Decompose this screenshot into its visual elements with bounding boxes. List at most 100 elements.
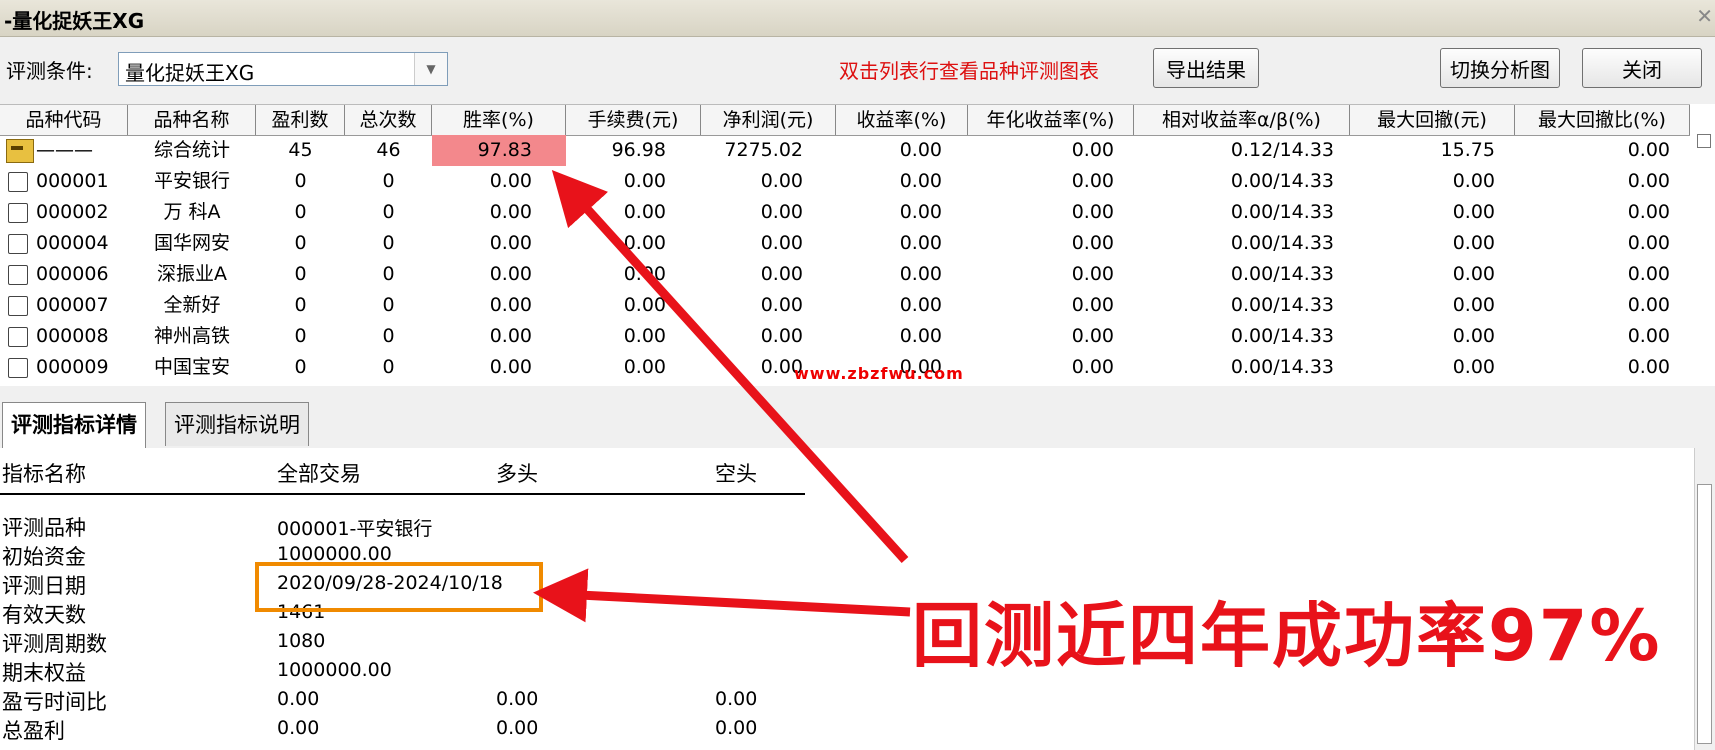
- detail-value-all: 0.00: [277, 688, 320, 710]
- cell-total: 0: [382, 170, 395, 192]
- detail-header-all: 全部交易: [277, 462, 361, 486]
- table-row[interactable]: 000004 国华网安 0 0 0.00 0.00 0.00 0.00 0.00 0.00/14.…: [0, 228, 1690, 259]
- column-header[interactable]: 胜率(%): [432, 105, 566, 135]
- cell-profit: 0: [294, 294, 307, 316]
- cell-dd: 15.75: [1440, 139, 1495, 161]
- column-header[interactable]: 净利润(元): [701, 105, 836, 135]
- date-highlight-box: [255, 562, 543, 612]
- cell-fee: 96.98: [611, 139, 666, 161]
- title-bar: -量化捉妖王XG ✕: [0, 0, 1715, 37]
- close-icon[interactable]: ✕: [1696, 4, 1713, 28]
- scrollbar-thumb[interactable]: [1697, 484, 1712, 744]
- column-header[interactable]: 品种名称: [128, 105, 256, 135]
- cell-ddr: 0.00: [1627, 201, 1670, 223]
- cell-ab: 0.00/14.33: [1230, 294, 1334, 316]
- cell-net: 0.00: [760, 201, 803, 223]
- chevron-down-icon[interactable]: ▼: [414, 53, 447, 85]
- cell-win: 0.00: [489, 263, 532, 285]
- table-row[interactable]: 000006 深振业A 0 0 0.00 0.00 0.00 0.00 0.00 0.00/14.…: [0, 259, 1690, 290]
- column-header[interactable]: 最大回撤(元): [1350, 105, 1515, 135]
- cell-annual: 0.00: [1071, 201, 1114, 223]
- column-header[interactable]: 品种代码: [0, 105, 128, 135]
- cell-annual: 0.00: [1071, 325, 1114, 347]
- cell-profit: 0: [294, 263, 307, 285]
- detail-header-short: 空头: [715, 462, 757, 486]
- cell-profit: 45: [288, 139, 313, 161]
- detail-value-long: 0.00: [496, 688, 539, 710]
- tab-detail[interactable]: 评测指标详情: [2, 402, 146, 448]
- cell-code: 000008: [36, 325, 109, 347]
- cell-annual: 0.00: [1071, 263, 1114, 285]
- cell-ret: 0.00: [899, 170, 942, 192]
- tab-description[interactable]: 评测指标说明: [165, 402, 309, 446]
- cell-profit: 0: [294, 325, 307, 347]
- cell-name: 国华网安: [153, 232, 230, 254]
- cell-ab: 0.12/14.33: [1230, 139, 1334, 161]
- cell-ret: 0.00: [899, 232, 942, 254]
- cell-dd: 0.00: [1452, 263, 1495, 285]
- cell-total: 0: [382, 201, 395, 223]
- column-header[interactable]: 手续费(元): [566, 105, 701, 135]
- table-header: 品种代码 品种名称 盈利数 总次数 胜率(%) 手续费(元) 净利润(元) 收益率(%) 年化收…: [0, 104, 1690, 136]
- cell-ret: 0.00: [899, 201, 942, 223]
- detail-value-all: 1080: [277, 630, 326, 652]
- summary-row[interactable]: ——— 综合统计 45 46 97.83 96.98 7275.02 0.00 0.00 0.12…: [0, 135, 1690, 166]
- cell-total: 0: [382, 263, 395, 285]
- detail-label: 盈亏时间比: [2, 690, 107, 714]
- cell-fee: 0.00: [623, 232, 666, 254]
- detail-label: 初始资金: [2, 545, 86, 569]
- table-row[interactable]: 000008 神州高铁 0 0 0.00 0.00 0.00 0.00 0.00 0.00/14.…: [0, 321, 1690, 352]
- vertical-scrollbar[interactable]: [1694, 448, 1715, 750]
- cell-ab: 0.00/14.33: [1230, 356, 1334, 378]
- watermark-text: www.zbzfwu.com: [794, 364, 964, 383]
- detail-header-long: 多头: [496, 462, 538, 486]
- cell-code: 000007: [36, 294, 109, 316]
- cell-win: 0.00: [489, 294, 532, 316]
- cell-total: 0: [382, 325, 395, 347]
- scroll-corner[interactable]: [1697, 134, 1711, 148]
- tab-bar: 评测指标详情 评测指标说明: [0, 402, 1715, 449]
- cell-win: 0.00: [489, 201, 532, 223]
- detail-divider: [0, 493, 805, 495]
- cell-dd: 0.00: [1452, 170, 1495, 192]
- condition-select-value: 量化捉妖王XG: [125, 61, 255, 85]
- cell-ddr: 0.00: [1627, 356, 1670, 378]
- cell-win: 0.00: [489, 232, 532, 254]
- cell-code: 000006: [36, 263, 109, 285]
- results-table: 品种代码 品种名称 盈利数 总次数 胜率(%) 手续费(元) 净利润(元) 收益率(%) 年化收…: [0, 104, 1715, 386]
- cell-profit: 0: [294, 356, 307, 378]
- table-row[interactable]: 000002 万 科A 0 0 0.00 0.00 0.00 0.00 0.00 0.00/14.…: [0, 197, 1690, 228]
- condition-select[interactable]: 量化捉妖王XG ▼: [118, 52, 448, 86]
- cell-annual: 0.00: [1071, 139, 1114, 161]
- export-button[interactable]: 导出结果: [1153, 48, 1259, 88]
- column-header[interactable]: 年化收益率(%): [968, 105, 1134, 135]
- column-header[interactable]: 盈利数: [256, 105, 345, 135]
- close-button[interactable]: 关闭: [1582, 48, 1702, 88]
- table-row[interactable]: 000001 平安银行 0 0 0.00 0.00 0.00 0.00 0.00 0.00/14.…: [0, 166, 1690, 197]
- detail-label: 总盈利: [2, 719, 65, 743]
- table-row[interactable]: 000007 全新好 0 0 0.00 0.00 0.00 0.00 0.00 0.00/14.3…: [0, 290, 1690, 321]
- cell-total: 0: [382, 356, 395, 378]
- cell-total: 0: [382, 294, 395, 316]
- cell-name: 全新好: [163, 294, 221, 316]
- cell-profit: 0: [294, 201, 307, 223]
- cell-fee: 0.00: [623, 294, 666, 316]
- cell-fee: 0.00: [623, 170, 666, 192]
- cell-name: 综合统计: [153, 139, 230, 161]
- folder-icon: [8, 234, 28, 254]
- cell-net: 0.00: [760, 263, 803, 285]
- cell-ret: 0.00: [899, 294, 942, 316]
- column-header[interactable]: 相对收益率α/β(%): [1134, 105, 1350, 135]
- column-header[interactable]: 收益率(%): [836, 105, 968, 135]
- headline-caption: 回测近四年成功率97%: [912, 595, 1662, 677]
- switch-chart-button[interactable]: 切换分析图: [1440, 48, 1560, 88]
- cell-win: 97.83: [477, 139, 532, 161]
- cell-ddr: 0.00: [1627, 294, 1670, 316]
- cell-net: 0.00: [760, 325, 803, 347]
- column-header[interactable]: 总次数: [345, 105, 432, 135]
- window-title: -量化捉妖王XG: [4, 9, 145, 33]
- detail-value-all: 0.00: [277, 717, 320, 739]
- column-header[interactable]: 最大回撤比(%): [1515, 105, 1690, 135]
- cell-annual: 0.00: [1071, 170, 1114, 192]
- condition-label: 评测条件:: [6, 59, 93, 83]
